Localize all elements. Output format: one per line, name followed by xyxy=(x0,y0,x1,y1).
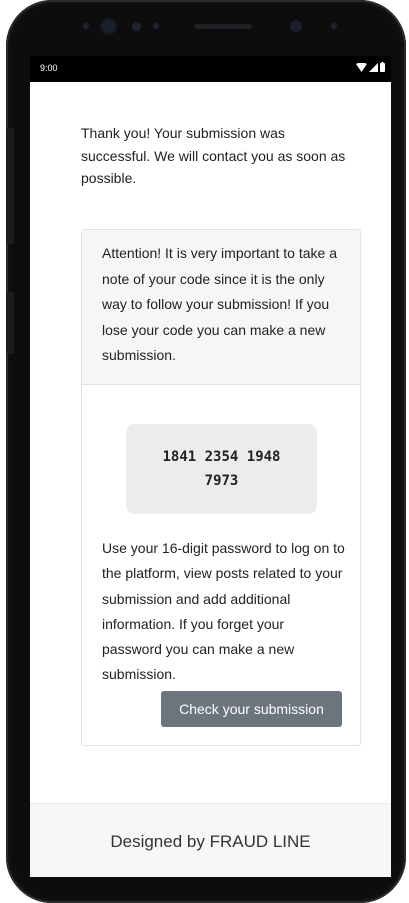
footer-credit: Designed by FRAUD LINE xyxy=(110,832,311,851)
sensor-icon xyxy=(331,23,337,29)
sensor-icon xyxy=(153,23,159,29)
submission-code: 1841 2354 1948 7973 xyxy=(162,449,281,489)
status-bar: 9:00 xyxy=(30,56,391,82)
submission-card: Attention! It is very important to take … xyxy=(81,229,361,746)
card-header: Attention! It is very important to take … xyxy=(82,230,360,385)
password-info: Use your 16-digit password to log on to … xyxy=(102,540,345,683)
side-button-upper xyxy=(6,128,14,244)
front-camera-icon xyxy=(102,20,115,33)
status-icons xyxy=(356,62,385,74)
camera-strip xyxy=(6,0,406,56)
sensor-icon xyxy=(83,23,89,29)
phone-frame: 9:00 Thank you! Your submission was succ… xyxy=(6,0,406,903)
side-button-lower xyxy=(6,292,14,354)
submission-code-box: 1841 2354 1948 7973 xyxy=(126,424,317,514)
page-footer: Designed by FRAUD LINE xyxy=(30,803,391,877)
signal-icon xyxy=(369,62,378,74)
success-message: Thank you! Your submission was successfu… xyxy=(81,125,346,186)
front-camera-icon xyxy=(290,20,302,32)
page-content: Thank you! Your submission was successfu… xyxy=(30,82,391,803)
status-time: 9:00 xyxy=(40,63,58,73)
phone-screen: 9:00 Thank you! Your submission was succ… xyxy=(30,56,391,877)
battery-icon xyxy=(380,62,385,74)
wifi-icon xyxy=(356,62,367,74)
bottom-bezel xyxy=(30,877,391,903)
attention-notice: Attention! It is very important to take … xyxy=(102,245,337,364)
check-submission-button[interactable]: Check your submission xyxy=(161,691,342,727)
earpiece-speaker xyxy=(194,24,252,29)
sensor-icon xyxy=(132,22,141,31)
